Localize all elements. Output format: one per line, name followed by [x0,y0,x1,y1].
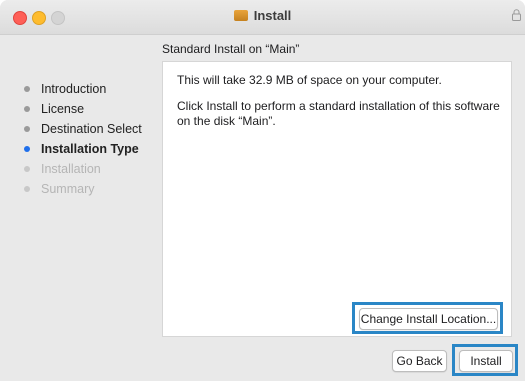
step-label: Installation [41,162,101,176]
content-panel: This will take 32.9 MB of space on your … [162,61,512,337]
step-bullet-icon [24,126,30,132]
step-bullet-icon [24,186,30,192]
step-label: Installation Type [41,142,139,156]
step-bullet-icon [24,166,30,172]
step-summary: Summary [24,179,142,199]
step-label: Summary [41,182,95,196]
step-installation: Installation [24,159,142,179]
lock-icon [512,9,521,21]
install-subtitle: Standard Install on “Main” [162,42,300,56]
step-installation-type: Installation Type [24,139,142,159]
change-install-location-button[interactable]: Change Install Location... [359,308,498,330]
go-back-button[interactable]: Go Back [392,350,447,372]
step-label: License [41,102,85,116]
window-title-group: Install [0,8,525,23]
installer-window: Install Standard Install on “Main” Intro… [0,0,525,381]
step-license: License [24,99,142,119]
install-instructions-text: Click Install to perform a standard inst… [177,99,500,128]
step-label: Destination Select [41,122,142,136]
step-label: Introduction [41,82,107,96]
step-bullet-icon [24,146,30,152]
step-introduction: Introduction [24,79,142,99]
step-bullet-icon [24,86,30,92]
title-bar: Install [0,0,525,35]
window-title: Install [253,8,292,23]
install-button[interactable]: Install [459,350,513,372]
space-required-text: This will take 32.9 MB of space on your … [177,73,442,87]
step-destination-select: Destination Select [24,119,142,139]
package-icon [233,10,248,21]
steps-sidebar: Introduction License Destination Select … [24,79,142,199]
step-bullet-icon [24,106,30,112]
